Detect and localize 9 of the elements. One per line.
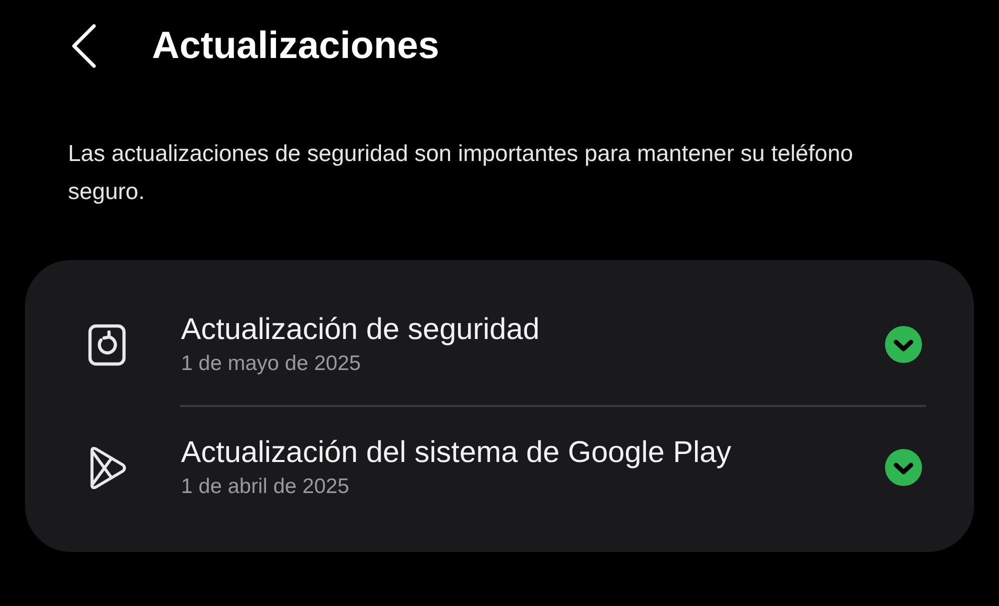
refresh-square-icon	[87, 322, 127, 366]
update-date: 1 de abril de 2025	[181, 474, 350, 500]
update-title: Actualización del sistema de Google Play	[181, 434, 732, 470]
page-title: Actualizaciones	[152, 27, 440, 65]
description-text: Las actualizaciones de seguridad son importantes para mantener su teléfono seguro.	[68, 139, 854, 206]
update-row[interactable]: Actualización del sistema de Google Play 1 de abril de 2025	[25, 407, 974, 528]
update-title: Actualización de seguridad	[181, 312, 541, 348]
update-row[interactable]: Actualización de seguridad 1 de mayo de 2025	[25, 284, 974, 405]
update-date: 1 de mayo de 2025	[181, 350, 362, 376]
